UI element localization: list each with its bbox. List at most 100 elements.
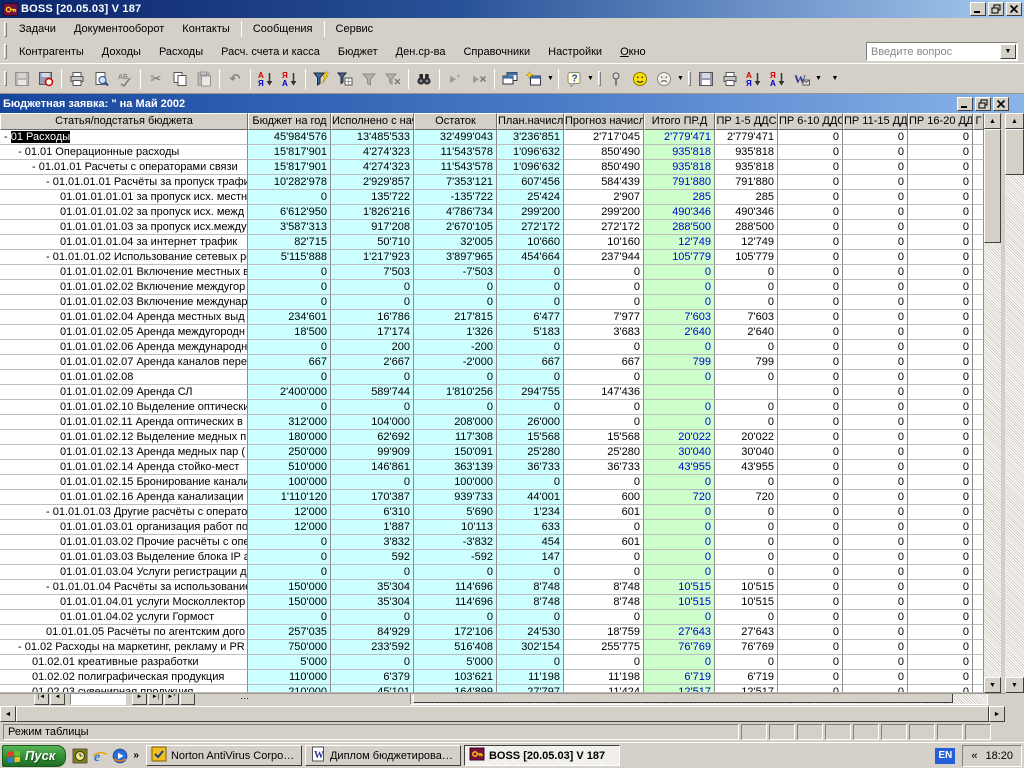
value-cell[interactable]: 11'198 (564, 670, 644, 685)
value-cell[interactable]: 4'274'323 (331, 160, 414, 175)
value-cell[interactable]: 2'667 (331, 355, 414, 370)
value-cell[interactable]: 0 (248, 370, 331, 385)
value-cell[interactable]: 10'160 (564, 235, 644, 250)
budget-article-cell[interactable]: 01.01.01.03.02 Прочие расчёты с опе (0, 535, 248, 550)
value-cell[interactable]: 10'660 (497, 235, 564, 250)
value-cell[interactable]: 0 (715, 550, 778, 565)
db-search-icon[interactable] (34, 67, 58, 91)
value-cell[interactable]: 0 (778, 415, 843, 430)
value-cell[interactable]: 1'826'216 (331, 205, 414, 220)
value-cell[interactable]: 0 (843, 550, 908, 565)
value-cell[interactable]: 0 (564, 475, 644, 490)
value-cell[interactable]: 147'436 (564, 385, 644, 400)
value-cell[interactable]: 0 (908, 460, 973, 475)
column-header[interactable]: ПР 11-15 ДД (843, 113, 908, 130)
value-cell[interactable]: 935'818 (715, 145, 778, 160)
value-cell[interactable]: 0 (908, 640, 973, 655)
tray-chevron-icon[interactable]: « (971, 750, 977, 762)
value-cell[interactable]: 0 (778, 370, 843, 385)
value-cell[interactable]: 237'944 (564, 250, 644, 265)
value-cell[interactable]: 0 (843, 460, 908, 475)
value-cell[interactable]: 2'400'000 (248, 385, 331, 400)
menu-item[interactable]: Бюджет (329, 43, 387, 61)
internet-explorer-icon[interactable]: e (91, 747, 108, 764)
value-cell[interactable]: 208'000 (414, 415, 497, 430)
value-cell[interactable]: 0 (331, 655, 414, 670)
scroll-down-icon[interactable]: ▼ (984, 677, 1001, 693)
value-cell[interactable]: 0 (908, 445, 973, 460)
value-cell[interactable]: 17'174 (331, 325, 414, 340)
budget-article-cell[interactable]: 01.01.01.03.01 организация работ по (0, 520, 248, 535)
value-cell[interactable] (715, 385, 778, 400)
menu-item[interactable]: Расч. счета и касса (212, 43, 329, 61)
value-cell[interactable]: 1'110'120 (248, 490, 331, 505)
value-cell[interactable]: 0 (778, 670, 843, 685)
database-window-icon[interactable] (498, 67, 522, 91)
value-cell[interactable]: 0 (715, 295, 778, 310)
value-cell[interactable]: 0 (843, 250, 908, 265)
value-cell[interactable]: 2'717'045 (564, 130, 644, 145)
value-cell[interactable]: 8'748 (564, 580, 644, 595)
window-vscroll-thumb[interactable] (1005, 129, 1024, 175)
sort-asc-icon[interactable]: АЯ (254, 67, 278, 91)
value-cell[interactable]: 0 (248, 550, 331, 565)
value-cell[interactable]: 0 (248, 400, 331, 415)
value-cell[interactable]: 0 (644, 400, 715, 415)
budget-article-cell[interactable]: 01.01.01.05 Расчёты по агентским дого (0, 625, 248, 640)
value-cell[interactable]: 27'797 (497, 685, 564, 693)
budget-article-cell[interactable]: 01.02.03 сувенирная продукция (0, 685, 248, 693)
value-cell[interactable]: 0 (644, 520, 715, 535)
sort-desc-icon[interactable]: ЯА (766, 67, 790, 91)
value-cell[interactable]: 510'000 (248, 460, 331, 475)
value-cell[interactable]: 1'096'632 (497, 160, 564, 175)
value-cell[interactable]: 0 (564, 370, 644, 385)
value-cell[interactable]: 0 (715, 265, 778, 280)
value-cell[interactable]: 0 (908, 355, 973, 370)
column-header[interactable]: План.начислен (497, 113, 564, 130)
value-cell[interactable]: 62'692 (331, 430, 414, 445)
value-cell[interactable]: 0 (908, 430, 973, 445)
pin-icon[interactable] (604, 67, 628, 91)
value-cell[interactable]: 164'899 (414, 685, 497, 693)
value-cell[interactable]: 0 (564, 415, 644, 430)
value-cell[interactable]: 0 (564, 565, 644, 580)
value-cell[interactable]: 0 (843, 685, 908, 693)
budget-article-cell[interactable]: 01.01.01.02.15 Бронирование канали (0, 475, 248, 490)
value-cell[interactable]: 150'000 (248, 595, 331, 610)
value-cell[interactable]: 935'818 (644, 145, 715, 160)
chevron-down-icon[interactable]: ▼ (676, 75, 685, 82)
column-header[interactable]: Г (973, 113, 984, 130)
menu-item[interactable]: Ден.ср-ва (387, 43, 455, 61)
value-cell[interactable]: 6'612'950 (248, 205, 331, 220)
budget-article-cell[interactable]: 01.01.01.02.07 Аренда каналов пере (0, 355, 248, 370)
value-cell[interactable]: 2'640 (644, 325, 715, 340)
value-cell[interactable]: 100'000 (414, 475, 497, 490)
value-cell[interactable]: 0 (843, 340, 908, 355)
value-cell[interactable]: 0 (644, 370, 715, 385)
question-combobox[interactable]: Введите вопрос▼ (866, 42, 1018, 61)
value-cell[interactable]: 601 (564, 535, 644, 550)
doc-close-button[interactable] (993, 97, 1009, 111)
value-cell[interactable]: 0 (715, 655, 778, 670)
scroll-up-icon[interactable]: ▲ (1005, 113, 1024, 129)
value-cell[interactable]: 0 (843, 670, 908, 685)
budget-article-cell[interactable]: 01.02.02 полиграфическая продукция (0, 670, 248, 685)
value-cell[interactable]: 0 (908, 325, 973, 340)
budget-article-cell[interactable]: - 01.02 Расходы на маркетинг, рекламу и … (0, 640, 248, 655)
value-cell[interactable]: 0 (778, 685, 843, 693)
menu-item[interactable]: Контакты (173, 20, 239, 38)
taskbar-button[interactable]: WДиплом бюджетирован... (305, 745, 461, 766)
value-cell[interactable]: 0 (564, 550, 644, 565)
value-cell[interactable]: 0 (908, 265, 973, 280)
value-cell[interactable]: 288'500 (644, 220, 715, 235)
value-cell[interactable]: 939'733 (414, 490, 497, 505)
value-cell[interactable]: 0 (843, 190, 908, 205)
filter-form-icon[interactable] (333, 67, 357, 91)
value-cell[interactable]: 312'000 (248, 415, 331, 430)
menu-item[interactable]: Сообщения (244, 20, 322, 38)
table-hscroll-thumb[interactable] (413, 693, 953, 703)
doc-minimize-button[interactable] (957, 97, 973, 111)
value-cell[interactable]: 8'748 (564, 595, 644, 610)
value-cell[interactable]: 0 (843, 325, 908, 340)
value-cell[interactable]: 32'005 (414, 235, 497, 250)
